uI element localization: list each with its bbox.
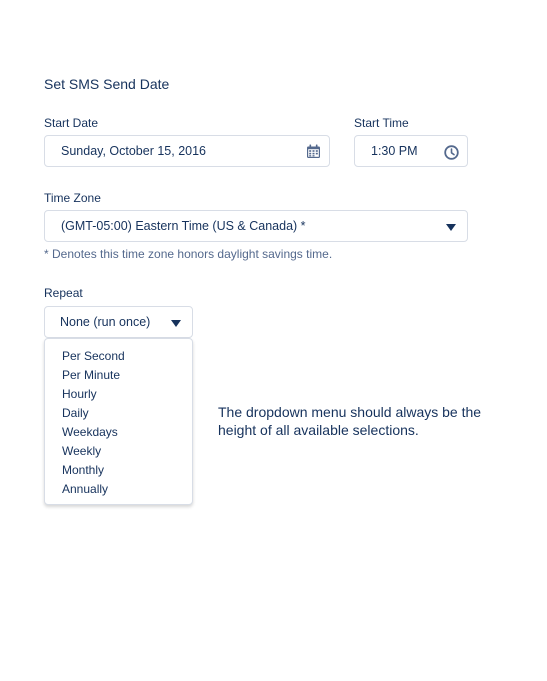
menu-item-weekly[interactable]: Weekly bbox=[45, 443, 192, 462]
repeat-value: None (run once) bbox=[60, 315, 151, 329]
calendar-icon[interactable] bbox=[305, 143, 321, 159]
menu-item-daily[interactable]: Daily bbox=[45, 405, 192, 424]
menu-item-per-second[interactable]: Per Second bbox=[45, 348, 192, 367]
menu-item-hourly[interactable]: Hourly bbox=[45, 386, 192, 405]
time-zone-select[interactable]: (GMT-05:00) Eastern Time (US & Canada) * bbox=[44, 210, 468, 242]
repeat-select[interactable]: None (run once) bbox=[44, 306, 193, 338]
menu-item-weekdays[interactable]: Weekdays bbox=[45, 424, 192, 443]
start-date-input[interactable]: Sunday, October 15, 2016 bbox=[44, 135, 330, 167]
start-date-label: Start Date bbox=[44, 116, 99, 130]
start-time-input[interactable]: 1:30 PM bbox=[354, 135, 468, 167]
annotation-note: The dropdown menu should always be the h… bbox=[218, 404, 482, 438]
repeat-dropdown-menu: Per Second Per Minute Hourly Daily Weekd… bbox=[44, 338, 193, 505]
time-zone-label: Time Zone bbox=[44, 191, 101, 205]
page-title: Set SMS Send Date bbox=[44, 76, 170, 92]
menu-item-per-minute[interactable]: Per Minute bbox=[45, 367, 192, 386]
start-time-value: 1:30 PM bbox=[371, 144, 418, 158]
time-zone-hint: * Denotes this time zone honors daylight… bbox=[44, 247, 333, 261]
time-zone-value: (GMT-05:00) Eastern Time (US & Canada) * bbox=[61, 219, 306, 233]
clock-icon[interactable] bbox=[443, 144, 459, 160]
start-date-value: Sunday, October 15, 2016 bbox=[61, 144, 207, 158]
start-time-label: Start Time bbox=[354, 116, 409, 130]
chevron-down-icon bbox=[445, 222, 457, 232]
menu-item-monthly[interactable]: Monthly bbox=[45, 462, 192, 481]
chevron-down-icon bbox=[170, 318, 182, 328]
repeat-label: Repeat bbox=[44, 286, 83, 300]
menu-item-annually[interactable]: Annually bbox=[45, 481, 192, 500]
